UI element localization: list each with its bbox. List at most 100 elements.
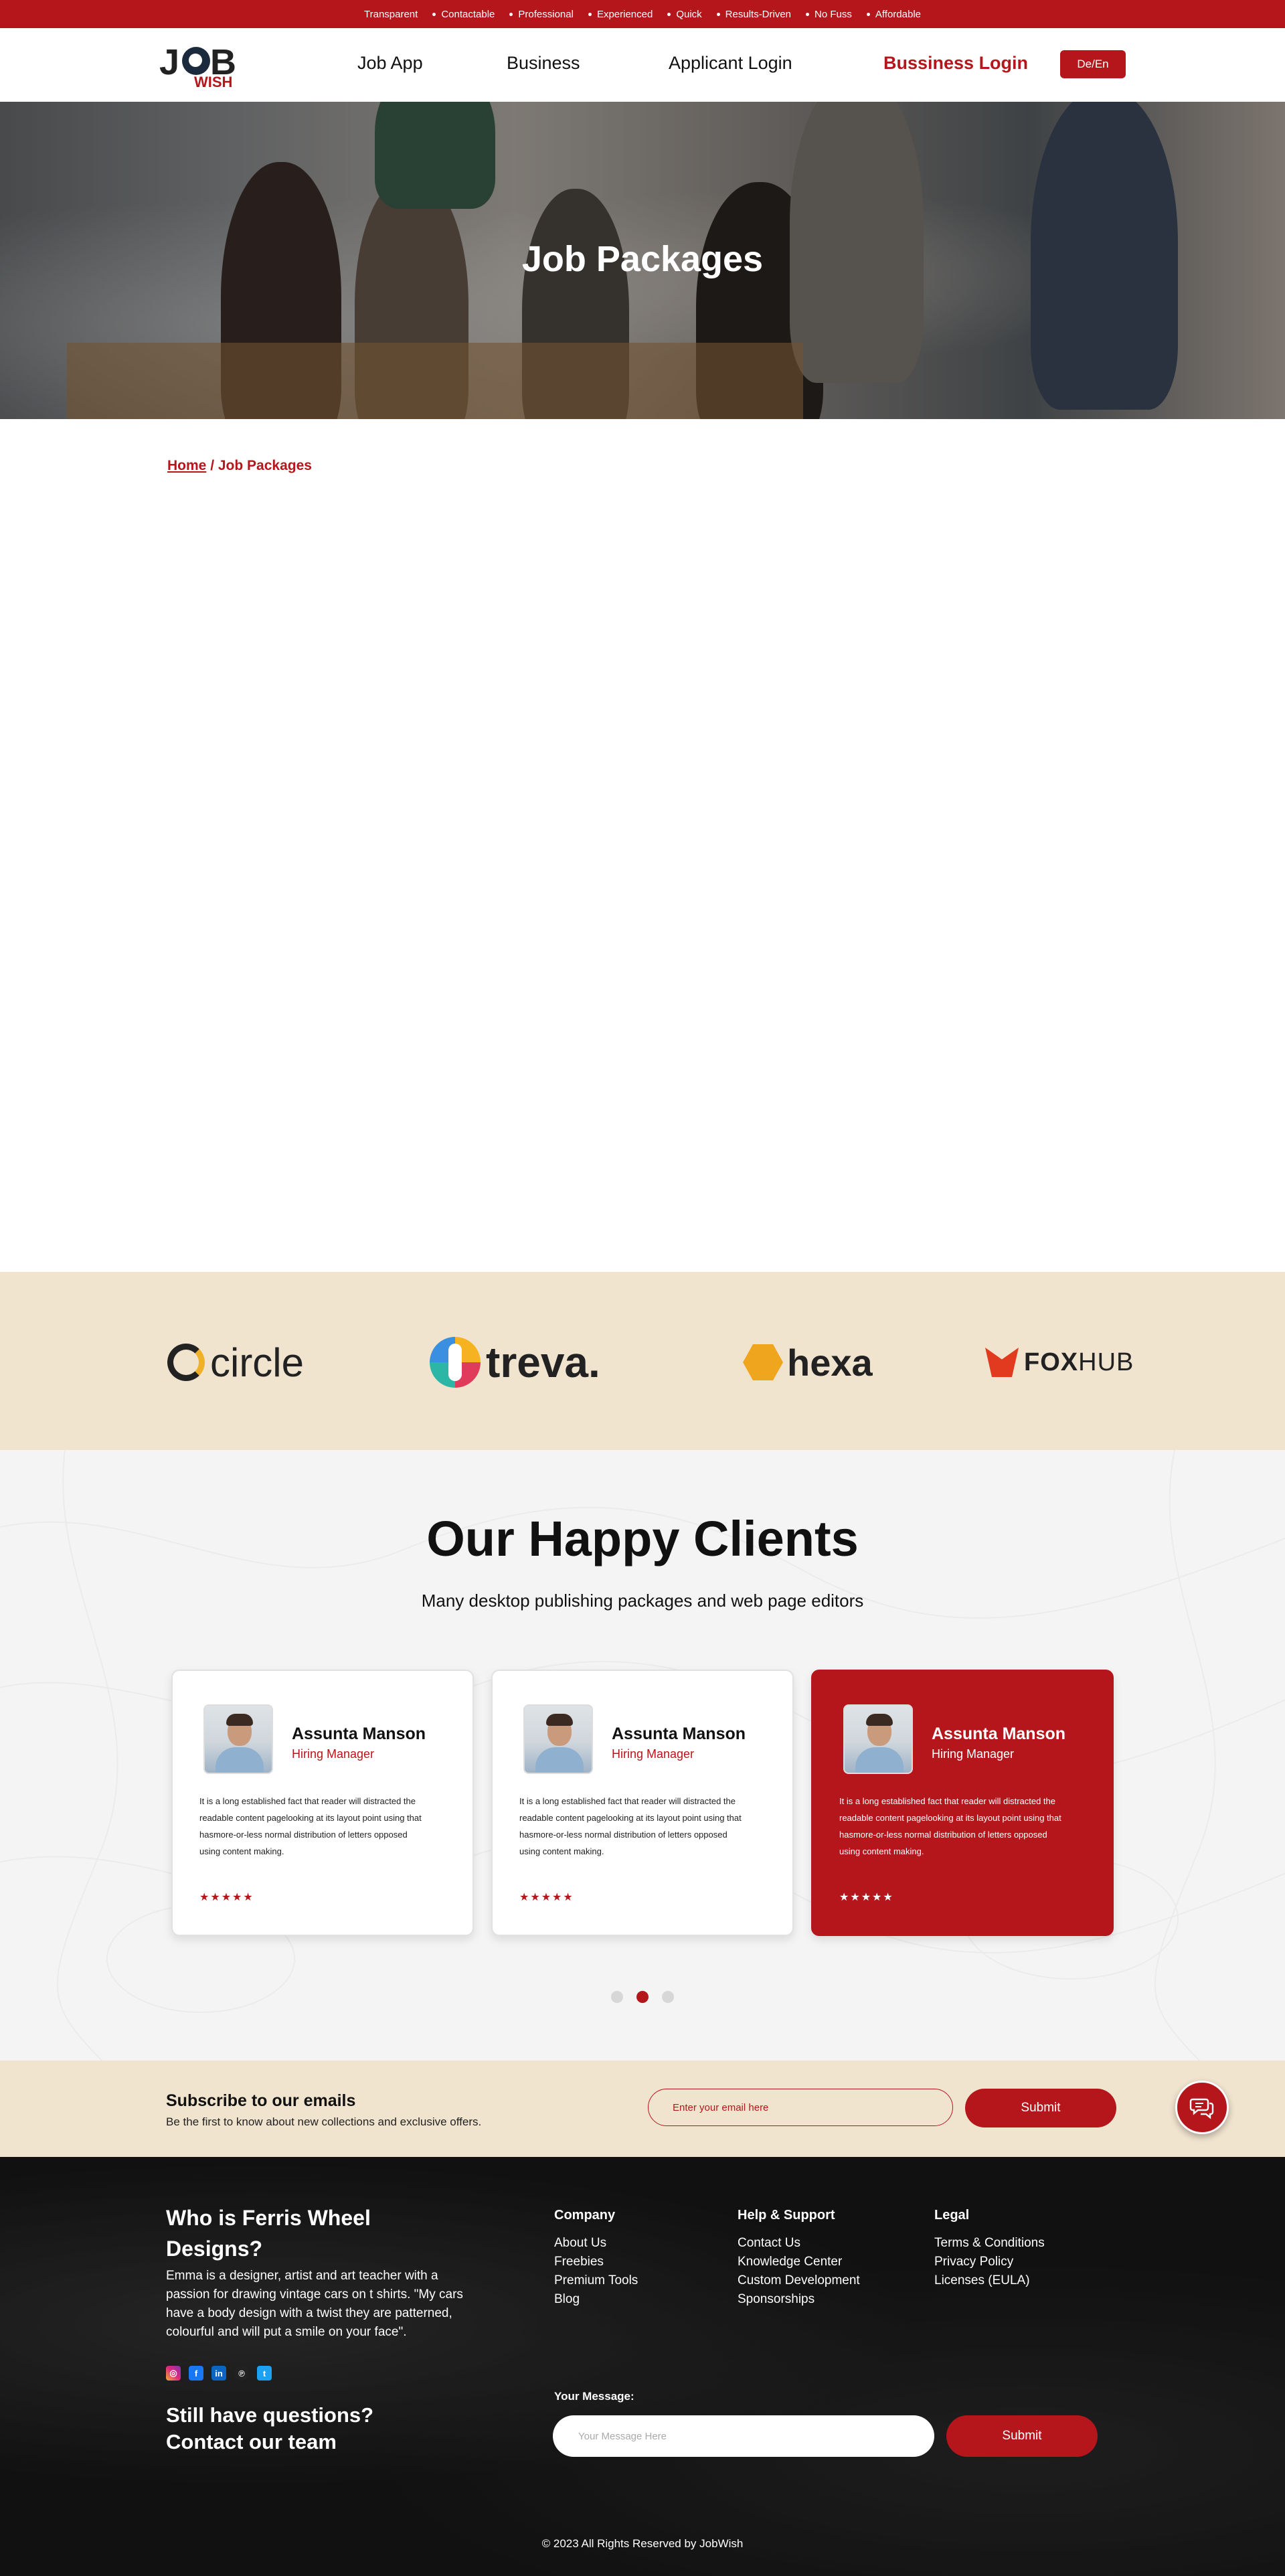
footer-link[interactable]: Blog	[554, 2290, 638, 2309]
testimonial-card-featured[interactable]: Assunta Manson Hiring Manager It is a lo…	[811, 1670, 1114, 1936]
partner-name-part: FOX	[1024, 1348, 1079, 1376]
partner-name: treva.	[486, 1338, 600, 1386]
footer-link[interactable]: Licenses (EULA)	[934, 2271, 1045, 2290]
chat-icon	[1189, 2098, 1214, 2119]
footer-column-company: Company About Us Freebies Premium Tools …	[554, 2208, 638, 2309]
nav-applicant-login[interactable]: Applicant Login	[669, 53, 792, 74]
hero-banner: Job Packages	[0, 102, 1285, 419]
tagline-text: Contactable	[441, 8, 495, 20]
logo-letter-j: J	[159, 42, 179, 82]
testimonials-title: Our Happy Clients	[426, 1511, 859, 1566]
message-submit-button[interactable]: Submit	[946, 2415, 1098, 2457]
client-name: Assunta Manson	[932, 1724, 1066, 1743]
bullet-icon	[588, 12, 592, 16]
partner-logo-hexa[interactable]: hexa	[743, 1336, 873, 1389]
footer-link[interactable]: Freebies	[554, 2253, 638, 2271]
contact-prompt: Still have questions? Contact our team	[166, 2402, 373, 2456]
tagline-text: No Fuss	[815, 8, 852, 20]
footer-link[interactable]: Sponsorships	[738, 2290, 860, 2309]
footer-column-legal: Legal Terms & Conditions Privacy Policy …	[934, 2208, 1045, 2290]
nav-business[interactable]: Business	[507, 53, 580, 74]
star-rating-icon: ★★★★★	[839, 1892, 894, 1903]
footer-link[interactable]: Contact Us	[738, 2234, 860, 2253]
footer-link[interactable]: Custom Development	[738, 2271, 860, 2290]
site-header: J B WISH Job App Business Applicant Logi…	[0, 28, 1285, 102]
bullet-icon	[806, 12, 810, 16]
pinterest-icon[interactable]: ℗	[234, 2366, 249, 2381]
message-input[interactable]	[553, 2415, 934, 2457]
partner-logos-band: circle treva. hexa FOXHUB	[0, 1272, 1285, 1450]
instagram-icon[interactable]: ◎	[166, 2366, 181, 2381]
breadcrumb: Home / Job Packages	[167, 458, 312, 474]
avatar	[523, 1704, 593, 1774]
tagline-text: Experienced	[596, 8, 653, 20]
testimonial-card[interactable]: Assunta Manson Hiring Manager It is a lo…	[171, 1670, 474, 1936]
footer-column-help: Help & Support Contact Us Knowledge Cent…	[738, 2208, 860, 2309]
twitter-icon[interactable]: t	[257, 2366, 272, 2381]
tagline-item: Experienced	[588, 9, 653, 20]
client-role: Hiring Manager	[612, 1747, 695, 1761]
star-rating-icon: ★★★★★	[199, 1892, 254, 1903]
avatar	[843, 1704, 913, 1774]
partner-logo-treva[interactable]: treva.	[430, 1336, 600, 1389]
circle-logo-icon	[167, 1344, 205, 1381]
carousel-dot-active[interactable]	[636, 1991, 649, 2003]
site-footer: Who is Ferris Wheel Designs? Emma is a d…	[0, 2157, 1285, 2576]
footer-link[interactable]: Premium Tools	[554, 2271, 638, 2290]
footer-about-text: Emma is a designer, artist and art teach…	[166, 2269, 463, 2339]
jobwish-logo[interactable]: J B WISH	[159, 42, 236, 90]
tagline-text: Quick	[676, 8, 702, 20]
language-toggle-button[interactable]: De/En	[1060, 50, 1126, 78]
fox-logo-icon	[985, 1348, 1019, 1377]
facebook-icon[interactable]: f	[189, 2366, 203, 2381]
subscribe-description: Be the first to know about new collectio…	[166, 2115, 482, 2128]
footer-column-title: Help & Support	[738, 2208, 835, 2223]
tagline-item: Results-Driven	[716, 8, 792, 20]
footer-link[interactable]: Knowledge Center	[738, 2253, 860, 2271]
contact-prompt-line: Still have questions?	[166, 2403, 374, 2427]
partner-name: hexa	[787, 1341, 873, 1384]
footer-column-title: Legal	[934, 2208, 970, 2223]
footer-link[interactable]: Terms & Conditions	[934, 2234, 1045, 2253]
tagline-text: Professional	[518, 8, 574, 20]
linkedin-icon[interactable]: in	[211, 2366, 226, 2381]
bullet-icon	[667, 12, 671, 16]
tagline-text: Results-Driven	[725, 8, 792, 20]
footer-column-title: Company	[554, 2208, 616, 2223]
subscribe-title: Subscribe to our emails	[166, 2091, 356, 2110]
contact-prompt-line: Contact our team	[166, 2430, 337, 2453]
footer-link[interactable]: About Us	[554, 2234, 638, 2253]
tagline-item: Affordable	[866, 9, 921, 20]
nav-job-app[interactable]: Job App	[357, 53, 423, 74]
tagline-item: No Fuss	[806, 9, 852, 20]
breadcrumb-home-link[interactable]: Home	[167, 458, 206, 473]
testimonial-text: It is a long established fact that reade…	[199, 1796, 422, 1856]
tagline-text: Transparent	[364, 8, 418, 20]
avatar	[203, 1704, 273, 1774]
carousel-dot[interactable]	[662, 1991, 674, 2003]
client-name: Assunta Manson	[292, 1724, 426, 1743]
chat-button[interactable]	[1175, 2081, 1229, 2134]
logo-search-icon	[182, 47, 210, 75]
logo-wish-text: WISH	[194, 74, 233, 90]
nav-business-login[interactable]: Bussiness Login	[883, 53, 1028, 74]
partner-logo-circle[interactable]: circle	[167, 1336, 304, 1389]
subscribe-submit-button[interactable]: Submit	[965, 2089, 1116, 2127]
partner-name: circle	[210, 1340, 305, 1385]
carousel-dot[interactable]	[611, 1991, 623, 2003]
partner-name-part: HUB	[1078, 1348, 1134, 1376]
message-label: Your Message:	[554, 2390, 634, 2403]
bullet-icon	[716, 12, 720, 16]
client-role: Hiring Manager	[932, 1747, 1015, 1761]
copyright: © 2023 All Rights Reserved by JobWish	[541, 2537, 744, 2550]
footer-link[interactable]: Privacy Policy	[934, 2253, 1045, 2271]
testimonial-card[interactable]: Assunta Manson Hiring Manager It is a lo…	[491, 1670, 794, 1936]
star-rating-icon: ★★★★★	[519, 1892, 574, 1903]
breadcrumb-current: Job Packages	[218, 458, 312, 473]
testimonials-section: Our Happy Clients Many desktop publishin…	[0, 1450, 1285, 2061]
email-input[interactable]	[648, 2089, 953, 2126]
bullet-icon	[432, 12, 436, 16]
top-tagline-bar: Transparent Contactable Professional Exp…	[0, 0, 1285, 28]
tagline-item: Transparent	[364, 9, 418, 20]
partner-logo-foxhub[interactable]: FOXHUB	[985, 1336, 1134, 1389]
